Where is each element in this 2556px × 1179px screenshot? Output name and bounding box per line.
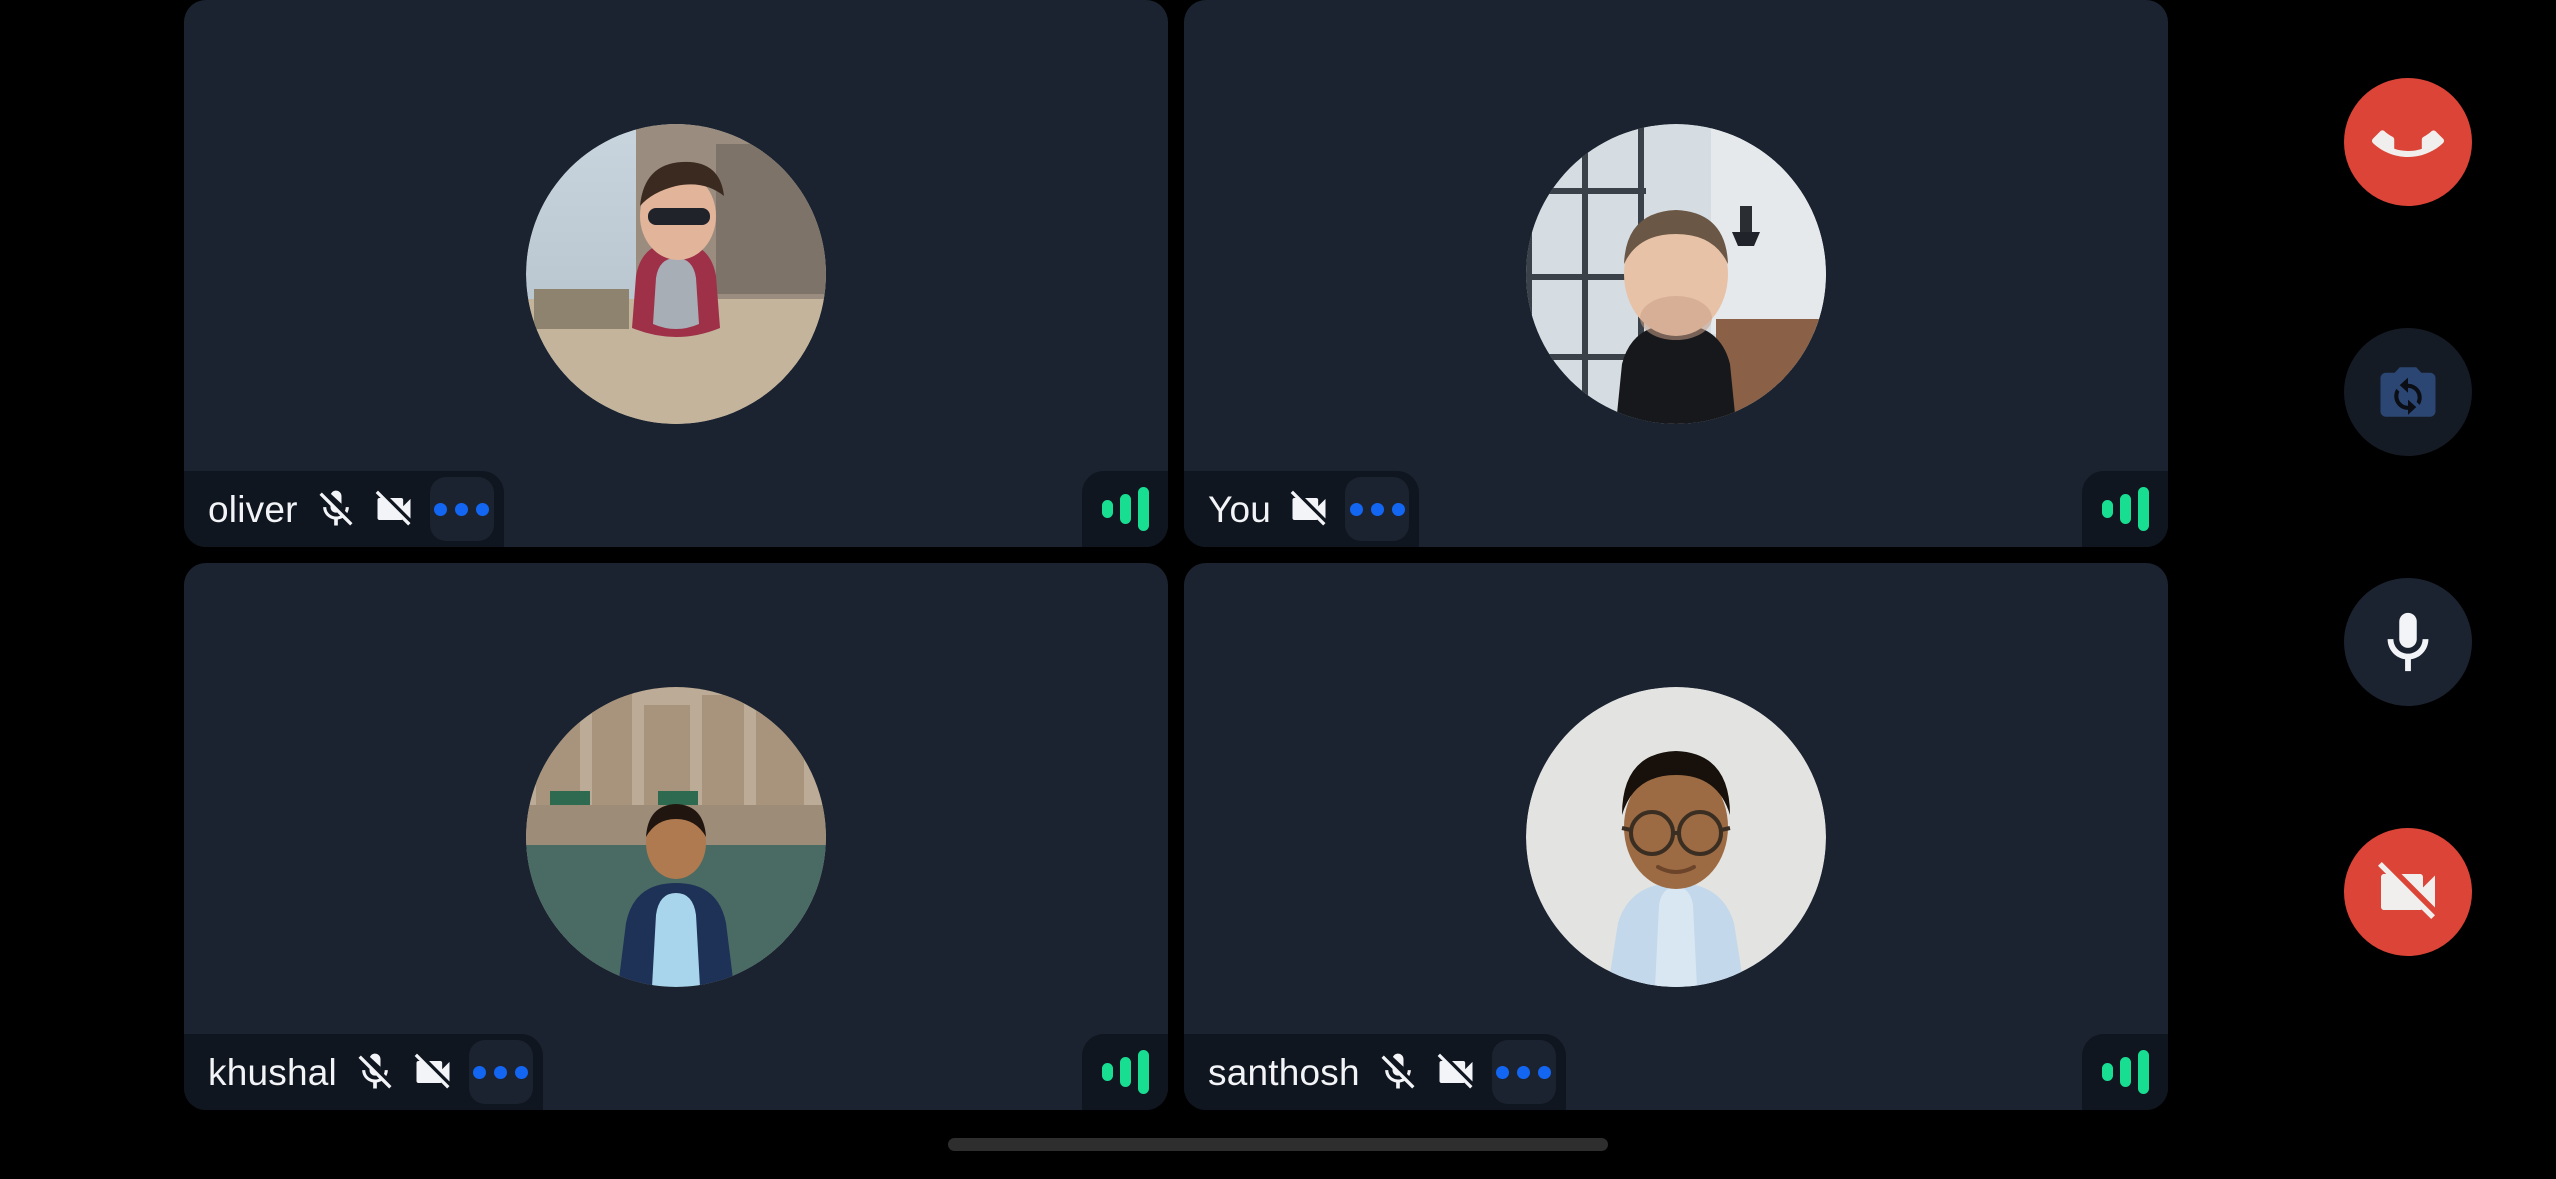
avatar [526, 123, 826, 424]
participant-name: santhosh [1208, 1051, 1360, 1093]
signal-strength-indicator [2082, 1034, 2168, 1110]
camera-toggle-button[interactable] [2344, 828, 2472, 956]
signal-strength-indicator [2082, 471, 2168, 547]
participant-tile-santhosh[interactable]: santhosh [1184, 563, 2168, 1110]
participant-tile-khushal[interactable]: khushal [184, 563, 1168, 1110]
participant-name: oliver [208, 488, 298, 530]
end-call-button[interactable] [2344, 78, 2472, 206]
video-call-screen: oliver You khushal santhosh [0, 0, 2556, 1179]
videocam-off-icon [1434, 1050, 1478, 1094]
more-options-button[interactable] [468, 1040, 533, 1104]
mic-off-icon [314, 487, 358, 531]
participant-name-pill: You [1184, 471, 1420, 547]
signal-bar [1101, 1063, 1113, 1081]
more-options-icon [473, 1065, 487, 1079]
avatar-container [1184, 0, 2168, 547]
participant-name-pill: oliver [184, 471, 504, 547]
avatar-container [184, 0, 1168, 547]
signal-bar [1137, 487, 1149, 531]
more-options-icon [1391, 502, 1405, 516]
more-options-icon [455, 502, 469, 516]
participant-grid: oliver You khushal santhosh [184, 0, 2168, 1110]
more-options-icon [1370, 502, 1384, 516]
signal-bar [2101, 1063, 2113, 1081]
signal-bar [2119, 494, 2131, 524]
signal-bar [2137, 1050, 2149, 1094]
participant-name: khushal [208, 1051, 337, 1093]
more-options-icon [476, 502, 490, 516]
avatar-container [1184, 563, 2168, 1110]
more-options-icon [1496, 1065, 1510, 1079]
avatar [1526, 686, 1826, 987]
videocam-off-icon [2372, 856, 2444, 928]
participant-name: You [1208, 488, 1272, 530]
signal-bar [2101, 500, 2113, 518]
call-controls-rail [2168, 0, 2556, 1110]
videocam-off-icon [372, 487, 416, 531]
more-options-button[interactable] [1491, 1040, 1556, 1104]
avatar [526, 686, 826, 987]
participant-name-pill: santhosh [1184, 1034, 1566, 1110]
more-options-icon [1517, 1065, 1531, 1079]
signal-strength-indicator [1082, 1034, 1168, 1110]
participant-name-pill: khushal [184, 1034, 543, 1110]
more-options-icon [1538, 1065, 1552, 1079]
signal-bar [1137, 1050, 1149, 1094]
participant-tile-oliver[interactable]: oliver [184, 0, 1168, 547]
avatar [1526, 123, 1826, 424]
signal-bar [1101, 500, 1113, 518]
videocam-off-icon [1287, 487, 1331, 531]
more-options-icon [434, 502, 448, 516]
mic-icon [2373, 607, 2443, 677]
flip-camera-icon [2375, 359, 2441, 425]
more-options-icon [494, 1065, 508, 1079]
mic-off-icon [1376, 1050, 1420, 1094]
signal-strength-indicator [1082, 471, 1168, 547]
flip-camera-button[interactable] [2344, 328, 2472, 456]
mic-off-icon [353, 1050, 397, 1094]
signal-bar [2137, 487, 2149, 531]
home-indicator[interactable] [948, 1138, 1608, 1151]
more-options-button[interactable] [1345, 477, 1410, 541]
participant-tile-you[interactable]: You [1184, 0, 2168, 547]
signal-bar [1119, 494, 1131, 524]
more-options-icon [1349, 502, 1363, 516]
signal-bar [1119, 1057, 1131, 1087]
avatar-container [184, 563, 1168, 1110]
more-options-button[interactable] [429, 477, 494, 541]
more-options-icon [515, 1065, 529, 1079]
microphone-button[interactable] [2344, 578, 2472, 706]
videocam-off-icon [411, 1050, 455, 1094]
signal-bar [2119, 1057, 2131, 1087]
end-call-icon [2372, 106, 2444, 178]
